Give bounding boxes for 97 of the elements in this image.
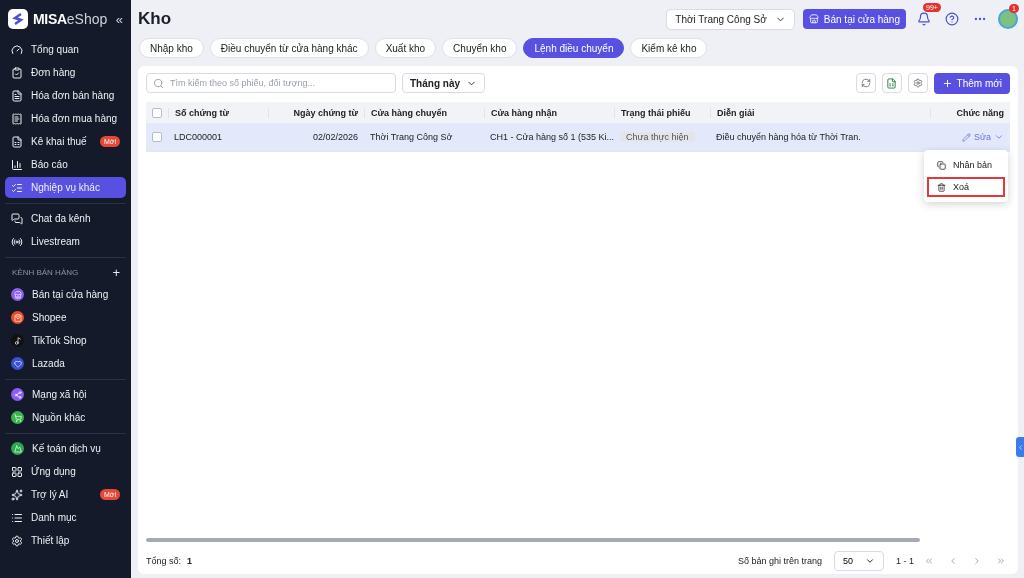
menu-icon — [11, 534, 23, 547]
checkbox[interactable] — [152, 132, 162, 142]
column-header: Ngày chứng từ — [268, 107, 364, 118]
bell-icon — [917, 12, 931, 26]
settings-icon — [912, 78, 923, 88]
sidebar-item[interactable]: Bán tại cửa hàng — [5, 284, 126, 305]
sidebar-item[interactable]: Shopee — [5, 307, 126, 328]
column-header: Chức năng — [930, 107, 1010, 118]
menu-icon — [11, 135, 23, 148]
tab[interactable]: Chuyển kho — [442, 38, 518, 58]
sidebar-item[interactable]: Thiết lập — [5, 530, 126, 551]
first-page-icon — [924, 556, 934, 566]
add-button[interactable]: Thêm mới — [933, 72, 1010, 94]
avatar[interactable] — [998, 9, 1018, 29]
sidebar-item[interactable]: Nguồn khác — [5, 407, 126, 428]
table-cell: LDC000001 — [174, 132, 223, 142]
menu-icon — [11, 43, 23, 56]
menu-icon — [11, 511, 23, 524]
tab[interactable]: Xuất kho — [374, 38, 437, 58]
add-button[interactable]: + — [112, 264, 120, 280]
sidebar-item[interactable]: Hóa đơn mua hàng — [5, 108, 126, 129]
page-range: 1 - 1 — [896, 556, 914, 566]
tab[interactable]: Kiểm kê kho — [630, 38, 708, 58]
panel-handle[interactable] — [1016, 437, 1024, 457]
spreadsheet-icon — [886, 77, 898, 89]
tab[interactable]: Điều chuyển từ cửa hàng khác — [209, 38, 369, 58]
menu-item[interactable]: Xoá — [927, 177, 1005, 197]
plus-icon — [941, 77, 953, 89]
chevron-down-icon — [865, 556, 875, 566]
checkbox[interactable] — [152, 107, 162, 118]
sidebar-item[interactable]: Chat đa kênh — [5, 208, 126, 229]
sidebar-item[interactable]: Lazada — [5, 353, 126, 374]
period-select[interactable]: Tháng này — [402, 73, 485, 93]
menu-item[interactable]: Nhân bản — [927, 155, 1005, 175]
column-header: Diễn giải — [710, 107, 930, 118]
menu-icon — [11, 488, 23, 501]
menu-icon — [11, 181, 23, 194]
refresh-button[interactable] — [855, 73, 876, 93]
per-page-select[interactable]: 50 — [833, 551, 884, 571]
collapse-button[interactable]: « — [115, 11, 123, 27]
column-header: Cửa hàng nhận — [484, 107, 614, 118]
search-icon — [153, 78, 164, 89]
sidebar-item[interactable]: Kế toán dịch vụ — [5, 438, 126, 459]
table-row[interactable]: LDC000001 02/02/2026 Thời Trang Công Sở CH1 - Cửa hàng số 1 (535 Ki... Chưa thực hiện Điều chuyển hàng hóa từ Thời Tran. Sửa — [146, 123, 1010, 152]
sidebar-item[interactable]: Hóa đơn bán hàng — [5, 85, 126, 106]
chevron-down-icon — [994, 132, 1004, 142]
section-title: KÊNH BÁN HÀNG — [12, 267, 79, 277]
sidebar-item[interactable]: Đơn hàng — [5, 62, 126, 83]
refresh-icon — [860, 78, 871, 88]
page-title: Kho — [138, 9, 172, 29]
brand-name: MISA — [33, 11, 67, 27]
sidebar-item[interactable]: Ứng dụng — [5, 461, 126, 482]
pencil-icon — [961, 132, 971, 142]
sidebar-item[interactable]: TikTok Shop — [5, 330, 126, 351]
chevron-left-icon — [1016, 443, 1024, 451]
status-badge: Chưa thực hiện — [620, 132, 695, 142]
menu-icon — [11, 235, 23, 248]
total-label: Tổng số: — [146, 556, 182, 566]
menu-icon — [11, 212, 23, 225]
total-count: 1 — [187, 556, 193, 566]
sidebar-item[interactable]: Tổng quan — [5, 39, 126, 60]
table-cell: Thời Trang Công Sở — [370, 132, 453, 142]
store-icon — [808, 14, 819, 24]
column-header: Trạng thái phiếu — [614, 107, 710, 118]
sidebar-item[interactable]: Nghiệp vụ khác — [5, 177, 126, 198]
column-header: Số chứng từ — [168, 107, 268, 118]
menu-icon — [11, 158, 23, 171]
table-cell: 02/02/2026 — [312, 132, 358, 142]
tab[interactable]: Lệnh điều chuyển — [523, 38, 625, 58]
product-name: eShop — [66, 11, 108, 27]
per-page-label: Số bản ghi trên trang — [737, 556, 822, 566]
scrollbar[interactable] — [146, 538, 920, 542]
menu-icon — [11, 66, 23, 79]
last-page-icon — [996, 556, 1006, 566]
table-cell: CH1 - Cửa hàng số 1 (535 Ki... — [490, 132, 614, 142]
store-select[interactable]: Thời Trang Công Sở — [666, 8, 795, 30]
trash-icon — [937, 182, 946, 192]
column-header: Cửa hàng chuyển — [364, 107, 484, 118]
edit-button[interactable]: Sửa — [961, 132, 1004, 142]
tab[interactable]: Nhập kho — [139, 38, 204, 58]
sidebar-item[interactable]: Danh mục — [5, 507, 126, 528]
table-cell: Điều chuyển hàng hóa từ Thời Tran. — [716, 132, 861, 142]
help-icon — [945, 12, 959, 26]
copy-icon — [937, 160, 946, 170]
sidebar-item[interactable]: Livestream — [5, 231, 126, 252]
chevron-right-icon — [972, 556, 982, 566]
sidebar-item[interactable]: Báo cáo — [5, 154, 126, 175]
spreadsheet-button[interactable] — [881, 73, 902, 93]
menu-icon — [11, 112, 23, 125]
sidebar-item[interactable]: Mạng xã hội — [5, 384, 126, 405]
settings-button[interactable] — [907, 73, 928, 93]
menu-icon — [11, 89, 23, 102]
menu-icon — [11, 465, 23, 478]
pos-button[interactable]: Bán tại cửa hàng — [802, 9, 906, 29]
search-field[interactable]: Tìm kiếm theo số phiếu, đối tượng... — [146, 73, 396, 93]
logo-icon — [8, 9, 28, 29]
chevron-left-icon — [948, 556, 958, 566]
